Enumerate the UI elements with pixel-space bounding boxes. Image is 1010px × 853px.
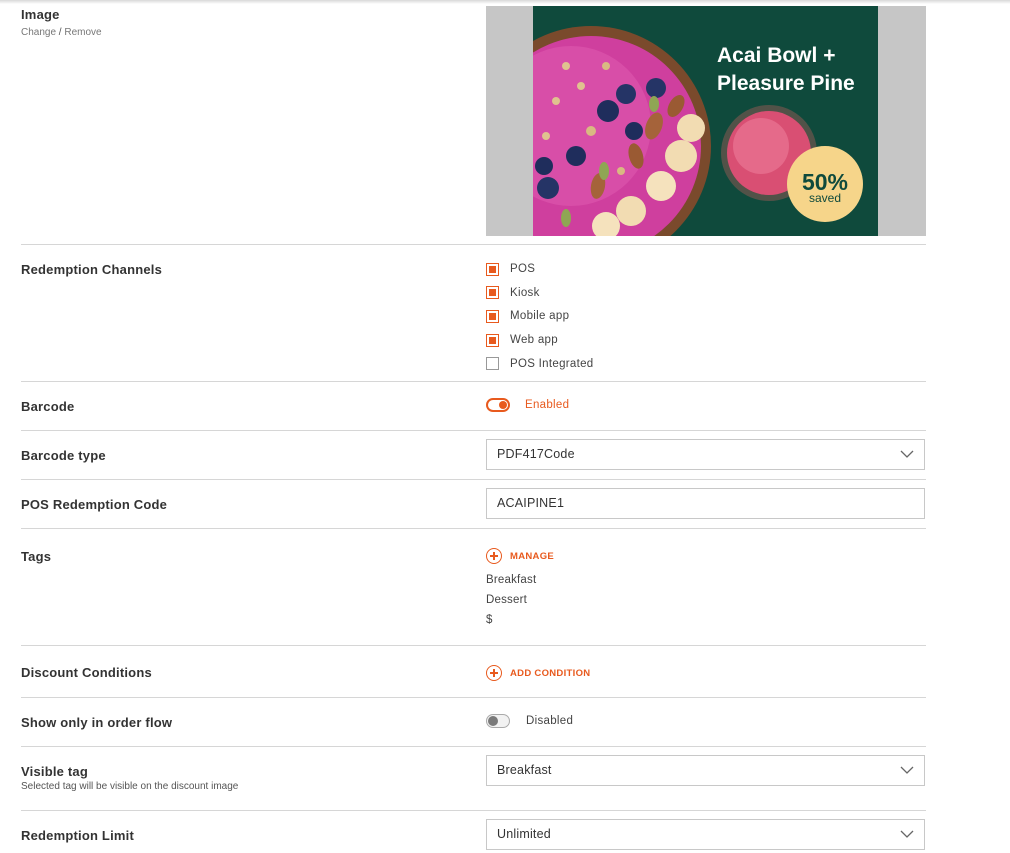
channel-option[interactable]: Mobile app bbox=[486, 308, 569, 324]
redemption-limit-label: Redemption Limit bbox=[21, 828, 134, 843]
divider bbox=[21, 381, 926, 382]
barcode-status: Enabled bbox=[525, 399, 570, 411]
chevron-down-icon bbox=[900, 830, 914, 838]
pos-redemption-code-value: ACAIPINE1 bbox=[497, 496, 565, 510]
barcode-label: Barcode bbox=[21, 399, 75, 414]
redemption-channels-label: Redemption Channels bbox=[21, 262, 163, 277]
chevron-down-icon bbox=[900, 766, 914, 774]
discount-conditions-label: Discount Conditions bbox=[21, 665, 152, 680]
checkbox[interactable] bbox=[486, 286, 499, 300]
divider bbox=[21, 430, 926, 431]
divider bbox=[21, 528, 926, 529]
divider bbox=[21, 810, 926, 811]
tags-label: Tags bbox=[21, 549, 52, 564]
toggle-knob bbox=[499, 401, 507, 409]
channel-option-label: Web app bbox=[510, 334, 558, 347]
order-flow-toggle[interactable] bbox=[486, 714, 510, 728]
channel-option[interactable]: Web app bbox=[486, 332, 558, 348]
image-label: Image bbox=[21, 7, 60, 22]
visible-tag-select[interactable]: Breakfast bbox=[486, 755, 925, 786]
visible-tag-value: Breakfast bbox=[497, 763, 552, 777]
change-image-link[interactable]: Change bbox=[21, 27, 56, 38]
checkbox[interactable] bbox=[486, 309, 499, 323]
barcode-type-value: PDF417Code bbox=[497, 447, 575, 461]
pos-redemption-code-label: POS Redemption Code bbox=[21, 497, 168, 512]
channel-option-label: Mobile app bbox=[510, 310, 570, 323]
divider bbox=[21, 244, 926, 245]
badge-caption: saved bbox=[809, 191, 841, 205]
checkbox[interactable] bbox=[486, 357, 499, 371]
channel-option[interactable]: POS Integrated bbox=[486, 356, 593, 372]
image-actions: Change / Remove bbox=[21, 27, 102, 38]
add-condition-label: ADD CONDITION bbox=[510, 667, 591, 679]
redemption-limit-value: Unlimited bbox=[497, 827, 551, 841]
promo-headline-line2: Pleasure Pine bbox=[717, 72, 855, 95]
promo-headline-line1: Acai Bowl + bbox=[717, 44, 835, 67]
checkbox[interactable] bbox=[486, 333, 499, 347]
tag-item: Breakfast bbox=[486, 574, 537, 586]
plus-circle-icon bbox=[486, 665, 502, 681]
visible-tag-help: Selected tag will be visible on the disc… bbox=[21, 781, 239, 792]
manage-tags-button[interactable]: MANAGE bbox=[486, 548, 554, 564]
visible-tag-label: Visible tag bbox=[21, 764, 88, 779]
channel-option[interactable]: POS bbox=[486, 261, 535, 277]
show-only-in-order-flow-label: Show only in order flow bbox=[21, 715, 173, 730]
chevron-down-icon bbox=[900, 450, 914, 458]
discount-image: Acai Bowl + Pleasure Pine 50% saved bbox=[486, 6, 926, 236]
divider bbox=[21, 645, 926, 646]
divider bbox=[21, 746, 926, 747]
barcode-toggle[interactable] bbox=[486, 398, 510, 412]
divider bbox=[21, 479, 926, 480]
checkbox[interactable] bbox=[486, 262, 499, 276]
barcode-type-select[interactable]: PDF417Code bbox=[486, 439, 925, 470]
add-condition-button[interactable]: ADD CONDITION bbox=[486, 665, 590, 681]
channel-option[interactable]: Kiosk bbox=[486, 285, 540, 301]
plus-circle-icon bbox=[486, 548, 502, 564]
remove-image-link[interactable]: Remove bbox=[64, 27, 101, 38]
tag-item: $ bbox=[486, 614, 493, 626]
barcode-type-label: Barcode type bbox=[21, 448, 106, 463]
top-shadow bbox=[0, 0, 1010, 4]
channel-option-label: Kiosk bbox=[510, 286, 540, 299]
order-flow-status: Disabled bbox=[526, 715, 574, 727]
promo-image: Acai Bowl + Pleasure Pine 50% saved bbox=[533, 6, 878, 236]
toggle-knob bbox=[488, 716, 498, 726]
redemption-limit-select[interactable]: Unlimited bbox=[486, 819, 925, 850]
pos-redemption-code-input[interactable]: ACAIPINE1 bbox=[486, 488, 925, 519]
manage-tags-label: MANAGE bbox=[510, 550, 555, 562]
channel-option-label: POS Integrated bbox=[510, 357, 594, 370]
divider bbox=[21, 697, 926, 698]
channel-option-label: POS bbox=[510, 263, 536, 275]
tag-item: Dessert bbox=[486, 594, 528, 606]
